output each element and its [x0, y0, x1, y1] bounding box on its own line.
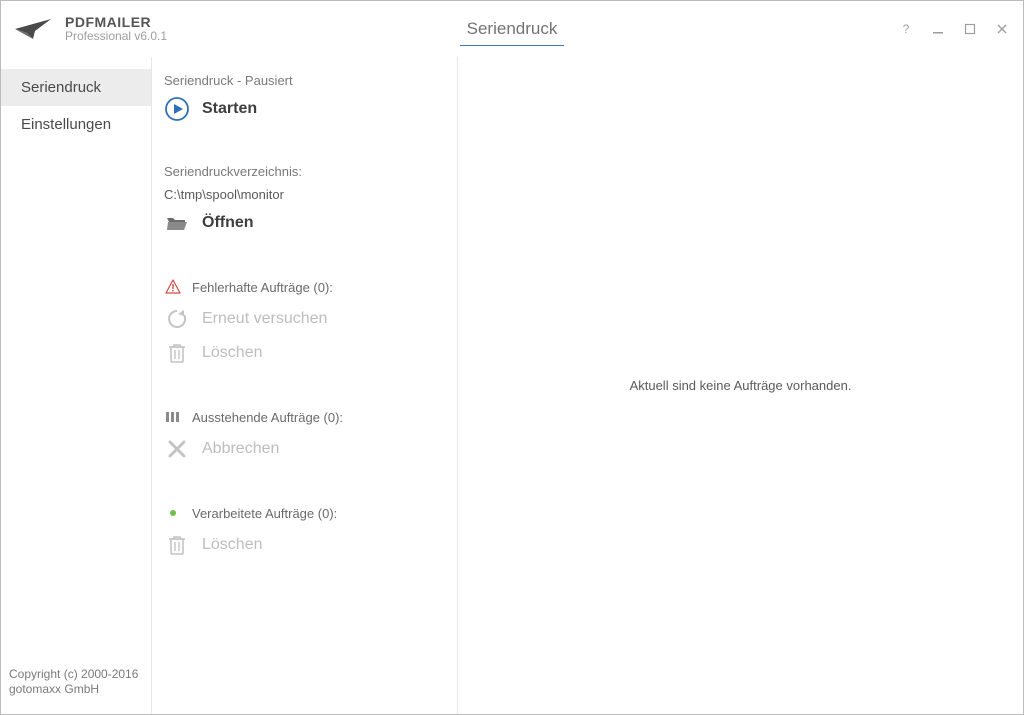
pending-label: Ausstehende Aufträge (0): [192, 410, 343, 425]
sidebar: Seriendruck Einstellungen Copyright (c) … [1, 57, 152, 714]
main-content: Aktuell sind keine Aufträge vorhanden. [458, 57, 1023, 714]
warning-icon [164, 278, 182, 296]
dir-label: Seriendruckverzeichnis: [164, 164, 439, 179]
play-icon [164, 96, 190, 122]
help-button[interactable]: ? [897, 20, 915, 38]
start-button[interactable]: Starten [164, 96, 439, 122]
start-label: Starten [202, 100, 257, 118]
titlebar: PDFMAILER Professional v6.0.1 Seriendruc… [1, 1, 1023, 57]
status-label: Seriendruck - Pausiert [164, 73, 439, 88]
maximize-button[interactable] [961, 20, 979, 38]
copyright: Copyright (c) 2000-2016 gotomaxx GmbH [1, 667, 151, 714]
cancel-button[interactable]: Abbrechen [164, 436, 439, 462]
body: Seriendruck Einstellungen Copyright (c) … [1, 57, 1023, 714]
minimize-button[interactable] [929, 20, 947, 38]
refresh-icon [164, 306, 190, 332]
app-title: PDFMAILER [65, 15, 167, 30]
failed-header: Fehlerhafte Aufträge (0): [164, 278, 439, 296]
app-logo-icon [13, 15, 53, 43]
delete-failed-button[interactable]: Löschen [164, 340, 439, 366]
delete-processed-button[interactable]: Löschen [164, 532, 439, 558]
delete-processed-label: Löschen [202, 536, 263, 554]
svg-text:?: ? [903, 23, 910, 35]
open-button[interactable]: Öffnen [164, 210, 439, 236]
nav: Seriendruck Einstellungen [1, 57, 151, 143]
failed-label: Fehlerhafte Aufträge (0): [192, 280, 333, 295]
page-title-underline [460, 45, 564, 46]
cancel-label: Abbrechen [202, 440, 279, 458]
open-label: Öffnen [202, 214, 254, 232]
trash-icon [164, 532, 190, 558]
app-subtitle: Professional v6.0.1 [65, 30, 167, 43]
delete-failed-label: Löschen [202, 344, 263, 362]
close-icon [164, 436, 190, 462]
nav-item-einstellungen[interactable]: Einstellungen [1, 106, 151, 143]
retry-button[interactable]: Erneut versuchen [164, 306, 439, 332]
copyright-line1: Copyright (c) 2000-2016 [9, 667, 143, 683]
trash-icon [164, 340, 190, 366]
folder-open-icon [164, 210, 190, 236]
processed-label: Verarbeitete Aufträge (0): [192, 506, 337, 521]
queue-icon [164, 408, 182, 426]
pending-header: Ausstehende Aufträge (0): [164, 408, 439, 426]
app-window: PDFMAILER Professional v6.0.1 Seriendruc… [0, 0, 1024, 715]
copyright-line2: gotomaxx GmbH [9, 682, 143, 698]
actions-panel: Seriendruck - Pausiert Starten Seriendru… [152, 57, 458, 714]
page-title: Seriendruck [467, 19, 558, 39]
title-block: PDFMAILER Professional v6.0.1 [65, 15, 167, 44]
window-controls: ? [897, 20, 1011, 38]
dir-path: C:\tmp\spool\monitor [164, 187, 439, 202]
nav-item-seriendruck[interactable]: Seriendruck [1, 69, 151, 106]
empty-message: Aktuell sind keine Aufträge vorhanden. [630, 378, 852, 393]
retry-label: Erneut versuchen [202, 310, 327, 328]
dot-icon [164, 504, 182, 522]
processed-header: Verarbeitete Aufträge (0): [164, 504, 439, 522]
close-button[interactable] [993, 20, 1011, 38]
